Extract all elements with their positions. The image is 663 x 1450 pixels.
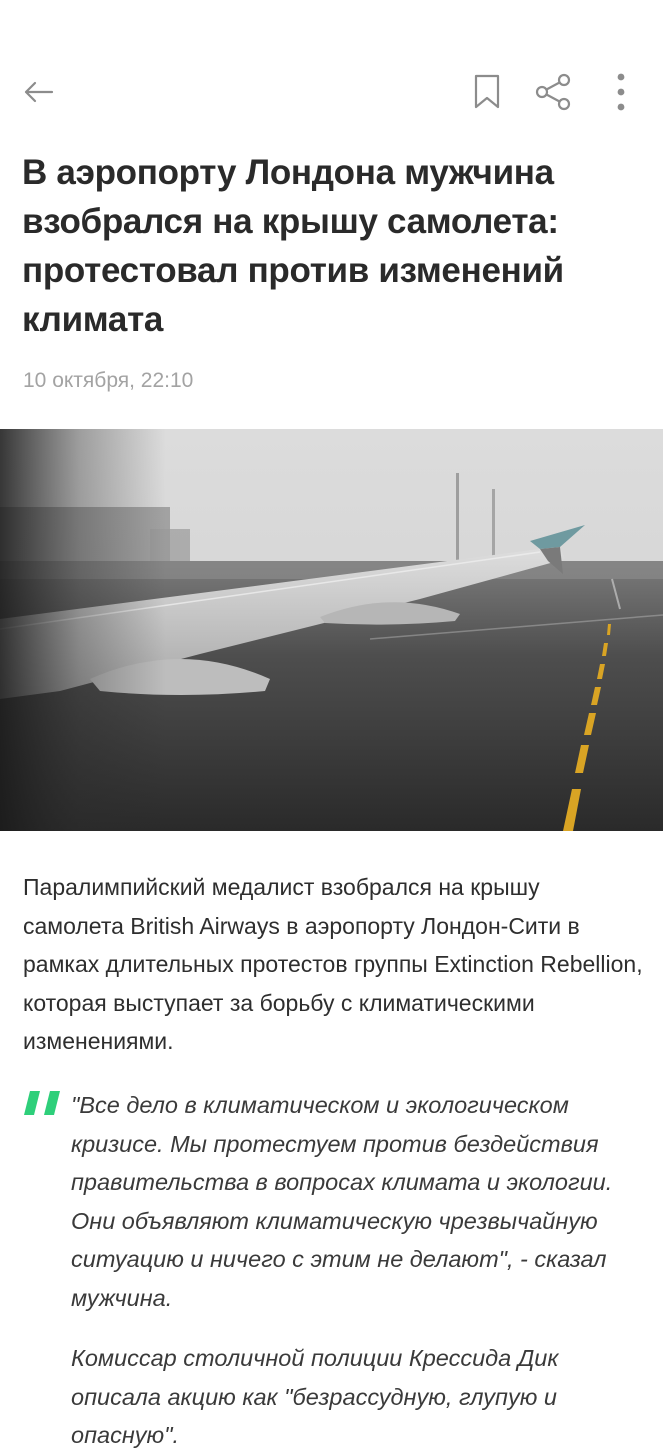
- bookmark-icon: [474, 74, 500, 109]
- article-quote: "Все дело в климатическом и экологическо…: [71, 1092, 613, 1311]
- bookmark-button[interactable]: [466, 70, 508, 114]
- article-hero-image: [0, 429, 663, 831]
- quote-mark-icon: [24, 1091, 60, 1115]
- article-quote-continued: Комиссар столичной полиции Крессида Дик …: [71, 1345, 559, 1448]
- share-button[interactable]: [531, 70, 577, 114]
- article-page: В аэропорту Лондона мужчина взобрался на…: [0, 0, 663, 1450]
- article-title: В аэропорту Лондона мужчина взобрался на…: [22, 153, 564, 339]
- article-lead-paragraph: Паралимпийский медалист взобрался на кры…: [23, 874, 643, 1054]
- article-date: 10 октября, 22:10: [23, 369, 194, 392]
- share-icon: [535, 73, 571, 111]
- more-options-button[interactable]: [604, 70, 638, 114]
- arrow-left-icon: [24, 81, 54, 103]
- top-bar: [0, 66, 663, 118]
- back-button[interactable]: [18, 72, 58, 112]
- more-vertical-icon: [617, 73, 625, 111]
